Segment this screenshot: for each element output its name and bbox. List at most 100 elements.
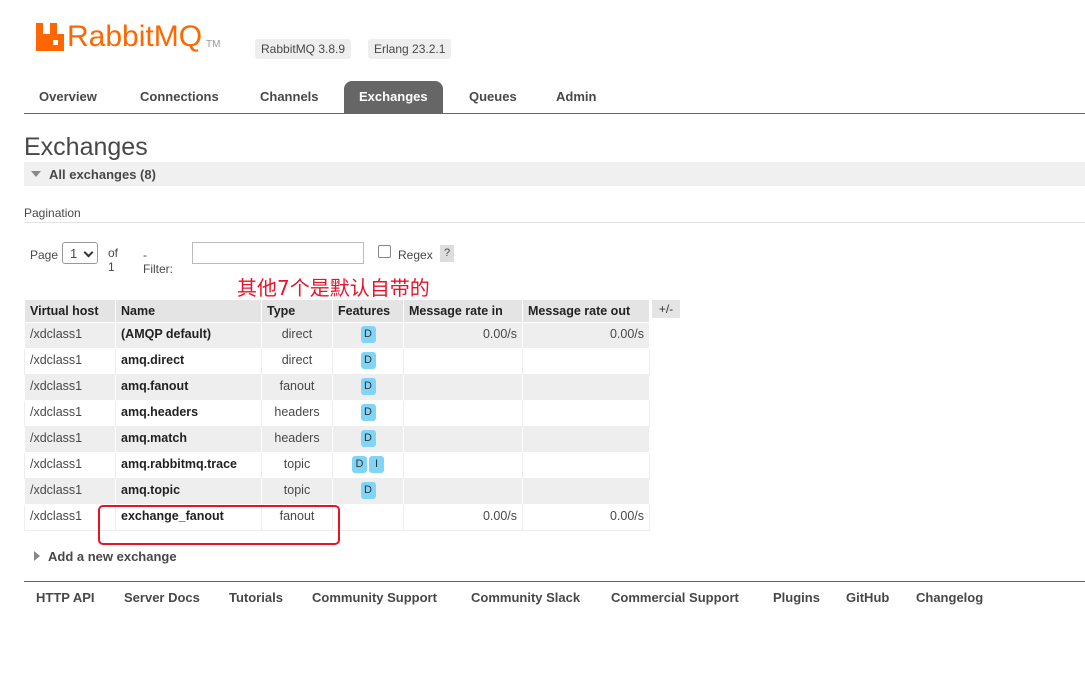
cell-type: topic: [261, 478, 333, 505]
cell-exchange-name-link[interactable]: amq.match: [115, 426, 262, 453]
cell-rate-out: [522, 426, 650, 453]
main-nav-tabs: Overview Connections Channels Exchanges …: [24, 81, 1085, 114]
column-header-features[interactable]: Features: [332, 299, 404, 323]
footer-link-changelog[interactable]: Changelog: [916, 590, 983, 605]
column-header-name[interactable]: Name: [115, 299, 262, 323]
feature-badge: D: [360, 430, 376, 447]
cell-features: DI: [332, 452, 404, 479]
footer-link-commercial-support[interactable]: Commercial Support: [611, 590, 739, 605]
tab-queues[interactable]: Queues: [454, 81, 532, 113]
footer-divider: [24, 581, 1085, 582]
cell-features: D: [332, 478, 404, 505]
cell-exchange-name-link[interactable]: amq.fanout: [115, 374, 262, 401]
cell-rate-in: [403, 426, 523, 453]
feature-badge: D: [360, 378, 376, 395]
regex-checkbox[interactable]: [378, 245, 391, 258]
table-row: /xdclass1 amq.headers headers D: [24, 400, 650, 427]
cell-rate-in: 0.00/s: [403, 504, 523, 531]
cell-rate-in: 0.00/s: [403, 322, 523, 349]
cell-virtual-host: /xdclass1: [24, 400, 116, 427]
feature-badge: D: [360, 404, 376, 421]
cell-type: headers: [261, 426, 333, 453]
footer-link-http-api[interactable]: HTTP API: [36, 590, 95, 605]
cell-exchange-name-link[interactable]: amq.headers: [115, 400, 262, 427]
feature-badge: D: [352, 456, 367, 473]
footer-link-community-support[interactable]: Community Support: [312, 590, 437, 605]
cell-features: [332, 504, 404, 531]
exchanges-table: Virtual host Name Type Features Message …: [24, 299, 650, 531]
column-toggle-button[interactable]: +/-: [652, 300, 680, 318]
column-header-virtual-host[interactable]: Virtual host: [24, 299, 116, 323]
cell-rate-in: [403, 348, 523, 375]
cell-exchange-name-link[interactable]: amq.rabbitmq.trace: [115, 452, 262, 479]
rabbit-logo-icon: [36, 23, 64, 51]
rabbitmq-version-badge: RabbitMQ 3.8.9: [255, 39, 352, 59]
cell-rate-out: [522, 452, 650, 479]
cell-rate-out: [522, 374, 650, 401]
footer-link-community-slack[interactable]: Community Slack: [471, 590, 580, 605]
pagination-divider: [24, 222, 1085, 223]
footer-link-server-docs[interactable]: Server Docs: [124, 590, 200, 605]
tab-overview[interactable]: Overview: [24, 81, 112, 113]
tab-exchanges[interactable]: Exchanges: [344, 81, 443, 113]
cell-rate-in: [403, 400, 523, 427]
cell-rate-out: 0.00/s: [522, 322, 650, 349]
section-label: All exchanges (8): [49, 167, 156, 182]
cell-virtual-host: /xdclass1: [24, 322, 116, 349]
cell-rate-in: [403, 452, 523, 479]
filter-label: - Filter:: [143, 248, 173, 276]
cell-virtual-host: /xdclass1: [24, 348, 116, 375]
page-count-label: of 1: [108, 246, 119, 274]
collapse-triangle-icon: [31, 171, 41, 177]
filter-input[interactable]: [192, 242, 364, 264]
table-row: /xdclass1 amq.rabbitmq.trace topic D I: [24, 452, 650, 479]
cell-rate-out: 0.00/s: [522, 504, 650, 531]
cell-type: topic: [261, 452, 333, 479]
table-row: /xdclass1 amq.fanout fanout D: [24, 374, 650, 401]
cell-type: headers: [261, 400, 333, 427]
footer-link-github[interactable]: GitHub: [846, 590, 889, 605]
cell-type: direct: [261, 322, 333, 349]
logo-trademark: TM: [206, 38, 221, 50]
all-exchanges-section-toggle[interactable]: All exchanges (8): [24, 162, 1085, 186]
rabbitmq-logo: RabbitMQ TM: [36, 22, 221, 52]
cell-rate-out: [522, 478, 650, 505]
expand-triangle-icon: [34, 551, 40, 561]
cell-exchange-name-link[interactable]: amq.topic: [115, 478, 262, 505]
column-header-rate-out[interactable]: Message rate out: [522, 299, 650, 323]
cell-virtual-host: /xdclass1: [24, 452, 116, 479]
feature-badge: D: [360, 352, 376, 369]
cell-features: D: [332, 348, 404, 375]
footer-link-plugins[interactable]: Plugins: [773, 590, 820, 605]
cell-virtual-host: /xdclass1: [24, 374, 116, 401]
tab-admin[interactable]: Admin: [541, 81, 611, 113]
page-title: Exchanges: [24, 133, 148, 161]
cell-rate-in: [403, 478, 523, 505]
erlang-version-badge: Erlang 23.2.1: [368, 39, 452, 59]
tab-connections[interactable]: Connections: [125, 81, 234, 113]
add-new-exchange-label: Add a new exchange: [48, 549, 177, 564]
cell-features: D: [332, 322, 404, 349]
cell-features: D: [332, 374, 404, 401]
column-header-rate-in[interactable]: Message rate in: [403, 299, 523, 323]
cell-virtual-host: /xdclass1: [24, 478, 116, 505]
regex-help-button[interactable]: ?: [440, 245, 454, 262]
table-row: /xdclass1 (AMQP default) direct D 0.00/s 0.00…: [24, 322, 650, 349]
page-label: Page: [30, 248, 59, 262]
tab-channels[interactable]: Channels: [245, 81, 334, 113]
pagination-heading: Pagination: [24, 206, 81, 220]
table-row: /xdclass1 amq.match headers D: [24, 426, 650, 453]
table-row: /xdclass1 amq.topic topic D: [24, 478, 650, 505]
cell-exchange-name-link[interactable]: (AMQP default): [115, 322, 262, 349]
footer-link-tutorials[interactable]: Tutorials: [229, 590, 283, 605]
cell-exchange-name-link[interactable]: amq.direct: [115, 348, 262, 375]
cell-rate-in: [403, 374, 523, 401]
cell-rate-out: [522, 348, 650, 375]
add-new-exchange-toggle[interactable]: Add a new exchange: [34, 549, 177, 564]
page-select-value: 1: [70, 246, 78, 261]
logo-text: RabbitMQ: [67, 20, 203, 53]
column-header-type[interactable]: Type: [261, 299, 333, 323]
cell-rate-out: [522, 400, 650, 427]
page-select[interactable]: 1: [62, 242, 98, 264]
cell-features: D: [332, 400, 404, 427]
